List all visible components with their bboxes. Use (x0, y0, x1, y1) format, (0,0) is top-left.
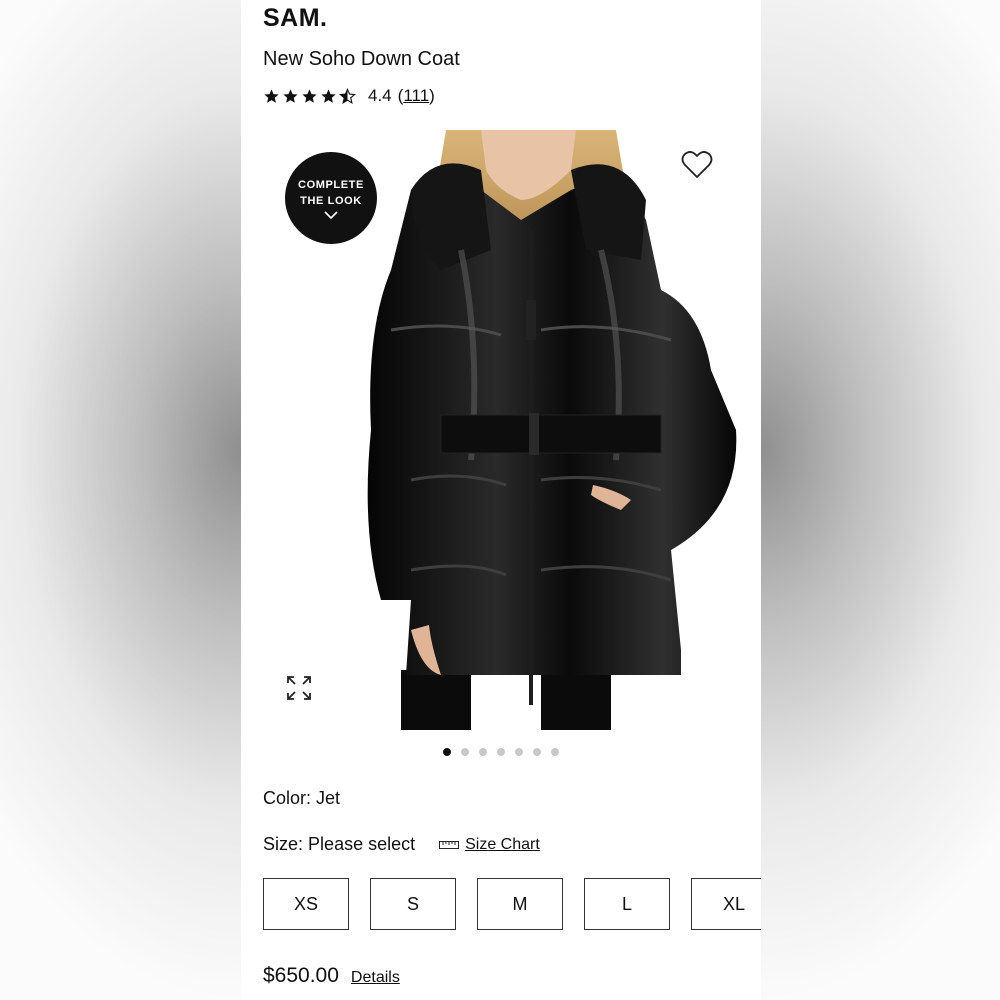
price: $650.00 (263, 964, 339, 987)
expand-icon[interactable] (285, 674, 313, 702)
review-count-link[interactable]: (111) (398, 86, 435, 106)
size-option-xs[interactable]: XS (263, 878, 349, 930)
star-half-icon (339, 87, 356, 104)
star-rating (263, 87, 356, 105)
product-page: SAM. New Soho Down Coat 4.4 (111) COMPLE… (241, 0, 761, 1000)
carousel-dot[interactable] (479, 748, 487, 756)
size-option-l[interactable]: L (584, 878, 670, 930)
chevron-down-icon (324, 211, 338, 219)
size-chart-label[interactable]: Size Chart (465, 836, 540, 854)
carousel-dot[interactable] (497, 748, 505, 756)
rating-row[interactable]: 4.4 (111) (263, 86, 435, 106)
review-count[interactable]: 111 (403, 86, 429, 105)
carousel-dot[interactable] (515, 748, 523, 756)
size-chart-link[interactable]: Size Chart (439, 836, 540, 854)
size-selection: Size: Please select Size Chart (263, 834, 540, 855)
background-right (761, 0, 1000, 1000)
star-icon (321, 88, 336, 103)
carousel-dots (241, 748, 761, 756)
complete-the-look-button[interactable]: COMPLETE THE LOOK (285, 152, 377, 244)
size-options: XS S M L XL (263, 878, 761, 930)
heart-icon[interactable] (681, 150, 713, 180)
complete-the-look-line1: COMPLETE (298, 179, 364, 191)
size-option-s[interactable]: S (370, 878, 456, 930)
size-label: Size: (263, 834, 304, 854)
size-option-xl[interactable]: XL (691, 878, 761, 930)
size-value: Please select (308, 834, 416, 854)
carousel-dot[interactable] (461, 748, 469, 756)
price-row: $650.00 Details (263, 964, 400, 988)
carousel-dot[interactable] (551, 748, 559, 756)
complete-the-look-line2: THE LOOK (300, 195, 362, 207)
rating-value: 4.4 (368, 86, 392, 105)
color-selection: Color: Jet (263, 788, 340, 809)
details-link[interactable]: Details (351, 969, 400, 987)
background-left (0, 0, 241, 1000)
color-value: Jet (316, 788, 341, 808)
ruler-icon (439, 840, 460, 849)
star-icon (302, 88, 317, 103)
carousel-dot[interactable] (533, 748, 541, 756)
brand-name[interactable]: SAM. (263, 4, 328, 33)
star-icon (283, 88, 298, 103)
carousel-dot[interactable] (443, 748, 451, 756)
size-option-m[interactable]: M (477, 878, 563, 930)
star-icon (264, 88, 279, 103)
product-title: New Soho Down Coat (263, 48, 460, 70)
color-label: Color: (263, 788, 312, 808)
product-image[interactable]: COMPLETE THE LOOK (241, 130, 761, 730)
